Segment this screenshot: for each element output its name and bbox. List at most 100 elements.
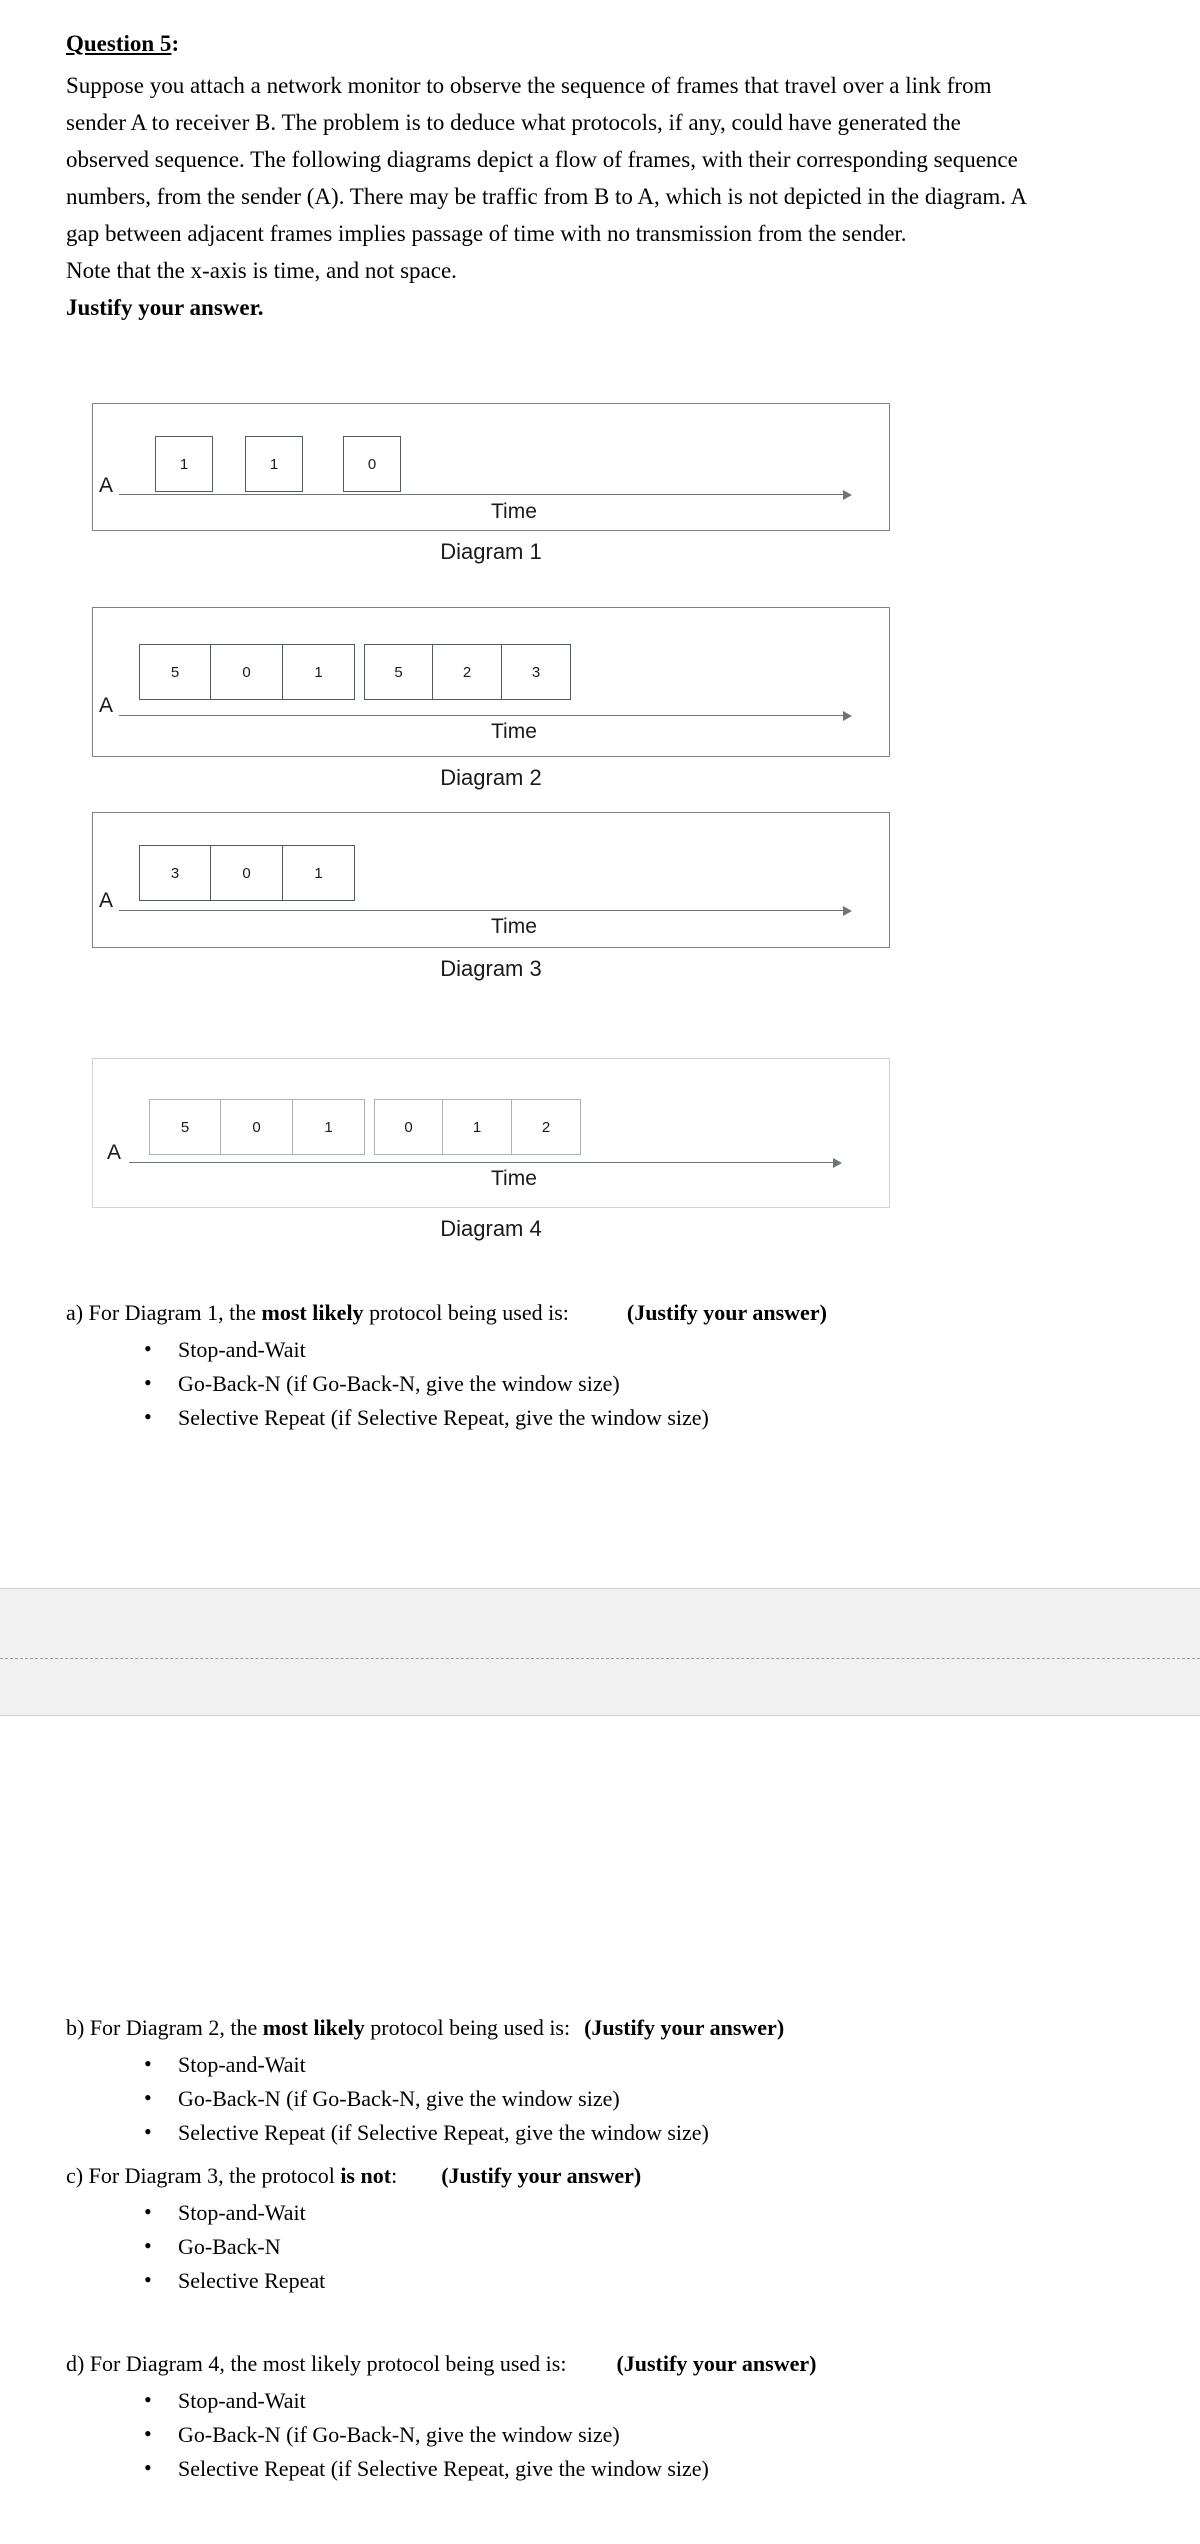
justify-instruction: Justify your answer.	[66, 294, 264, 320]
note-line: Note that the x-axis is time, and not sp…	[66, 257, 457, 283]
list-item[interactable]: Selective Repeat (if Selective Repeat, g…	[144, 2451, 1126, 2486]
question-c-suffix: :	[391, 2163, 398, 2188]
time-axis-line	[119, 910, 843, 911]
list-item[interactable]: Stop-and-Wait	[144, 2383, 1126, 2418]
question-a-block: a) For Diagram 1, the most likely protoc…	[66, 1297, 1126, 1435]
diagram-2-frame: 5 0 1 5 2 3 A Time	[92, 607, 890, 757]
axis-origin-label: A	[99, 889, 114, 912]
diagram-2-frames: 5 0 1 5 2 3	[139, 644, 571, 700]
question-b-suffix: protocol being used is:	[364, 2015, 571, 2040]
question-b-justify-tag: (Justify your answer)	[584, 2015, 785, 2040]
question-c-prompt: c) For Diagram 3, the protocol is not: (J…	[66, 2160, 1126, 2192]
question-b-prefix: b) For Diagram 2, the	[66, 2015, 263, 2040]
list-item[interactable]: Go-Back-N (if Go-Back-N, give the window…	[144, 2417, 1126, 2452]
frame-cell: 0	[221, 1099, 293, 1155]
question-b-block: b) For Diagram 2, the most likely protoc…	[66, 2012, 1126, 2150]
frame-group: 0 1 2	[374, 1099, 581, 1155]
frame-cell: 1	[443, 1099, 512, 1155]
dashed-divider	[0, 1658, 1200, 1659]
frame-cell: 5	[149, 1099, 221, 1155]
diagram-3-frame: 3 0 1 A Time	[92, 812, 890, 948]
intro-paragraph: Suppose you attach a network monitor to …	[66, 72, 1026, 246]
frame-cell: 0	[374, 1099, 443, 1155]
frame-cell: 0	[343, 436, 401, 492]
frame-cell: 1	[245, 436, 303, 492]
axis-time-label: Time	[491, 720, 537, 743]
page-title: Question 5:	[66, 0, 1026, 59]
question-d-prefix: d) For Diagram 4, the most likely protoc…	[66, 2351, 567, 2376]
time-axis-line	[129, 1162, 833, 1163]
question-a-emphasis: most likely	[261, 1300, 364, 1325]
diagram-3-frames: 3 0 1	[139, 845, 355, 901]
question-c-prefix: c) For Diagram 3, the protocol	[66, 2163, 341, 2188]
document-page: Question 5: Suppose you attach a network…	[0, 0, 1200, 2485]
axis-origin-label: A	[99, 694, 114, 717]
question-c-emphasis: is not	[340, 2163, 392, 2188]
frame-group: 5 2 3	[364, 644, 571, 700]
question-a-prompt: a) For Diagram 1, the most likely protoc…	[66, 1297, 1126, 1329]
frame-group: 1	[245, 436, 303, 492]
axis-time-label: Time	[491, 915, 537, 938]
question-heading-colon: :	[171, 31, 180, 56]
frame-cell: 3	[502, 644, 571, 700]
frame-cell: 2	[512, 1099, 581, 1155]
frame-cell: 5	[364, 644, 433, 700]
question-d-block: d) For Diagram 4, the most likely protoc…	[66, 2348, 1126, 2486]
axis-origin-label: A	[99, 474, 114, 497]
diagram-1-caption: Diagram 1	[440, 539, 542, 564]
question-b-prompt: b) For Diagram 2, the most likely protoc…	[66, 2012, 1126, 2044]
time-axis-arrow-icon	[833, 1158, 842, 1168]
list-item[interactable]: Go-Back-N (if Go-Back-N, give the window…	[144, 1366, 1126, 1401]
question-a-prefix: a) For Diagram 1, the	[66, 1300, 262, 1325]
frame-cell: 0	[211, 644, 283, 700]
question-c-options: Stop-and-Wait Go-Back-N Selective Repeat	[66, 2195, 1126, 2298]
frame-cell: 1	[283, 845, 355, 901]
frame-group: 5 0 1	[149, 1099, 365, 1155]
intro-text-block: Question 5: Suppose you attach a network…	[66, 0, 1026, 326]
frame-cell: 1	[155, 436, 213, 492]
diagram-4-frame: 5 0 1 0 1 2 A Time	[92, 1058, 890, 1208]
list-item[interactable]: Stop-and-Wait	[144, 1332, 1126, 1367]
list-item[interactable]: Selective Repeat	[144, 2263, 1126, 2298]
question-b-options: Stop-and-Wait Go-Back-N (if Go-Back-N, g…	[66, 2047, 1126, 2150]
question-c-block: c) For Diagram 3, the protocol is not: (J…	[66, 2160, 1126, 2298]
list-item[interactable]: Selective Repeat (if Selective Repeat, g…	[144, 2115, 1126, 2150]
frame-group: 1	[155, 436, 213, 492]
frame-cell: 1	[283, 644, 355, 700]
axis-time-label: Time	[491, 1167, 537, 1190]
question-a-options: Stop-and-Wait Go-Back-N (if Go-Back-N, g…	[66, 1332, 1126, 1435]
diagram-1-frame: 1 1 0 A Time	[92, 403, 890, 531]
frame-cell: 5	[139, 644, 211, 700]
frame-group: 0	[343, 436, 401, 492]
question-d-options: Stop-and-Wait Go-Back-N (if Go-Back-N, g…	[66, 2383, 1126, 2486]
diagram-3-caption: Diagram 3	[440, 956, 542, 981]
time-axis-arrow-icon	[843, 490, 852, 500]
list-item[interactable]: Stop-and-Wait	[144, 2047, 1126, 2082]
time-axis-line	[119, 715, 843, 716]
time-axis-line	[119, 494, 843, 495]
axis-origin-label: A	[107, 1141, 122, 1164]
frame-group: 5 0 1	[139, 644, 355, 700]
gray-panel	[0, 1588, 1200, 1716]
list-item[interactable]: Selective Repeat (if Selective Repeat, g…	[144, 1400, 1126, 1435]
list-item[interactable]: Go-Back-N (if Go-Back-N, give the window…	[144, 2081, 1126, 2116]
diagram-4-caption: Diagram 4	[440, 1216, 542, 1241]
diagram-2-caption: Diagram 2	[440, 765, 542, 790]
question-a-suffix: protocol being used is:	[363, 1300, 569, 1325]
question-d-justify-tag: (Justify your answer)	[616, 2351, 817, 2376]
list-item[interactable]: Stop-and-Wait	[144, 2195, 1126, 2230]
question-heading: Question 5	[66, 31, 172, 56]
frame-cell: 3	[139, 845, 211, 901]
time-axis-arrow-icon	[843, 711, 852, 721]
list-item[interactable]: Go-Back-N	[144, 2229, 1126, 2264]
frame-cell: 0	[211, 845, 283, 901]
question-d-prompt: d) For Diagram 4, the most likely protoc…	[66, 2348, 1126, 2380]
diagram-1-frames: 1 1 0	[155, 436, 401, 492]
time-axis-arrow-icon	[843, 906, 852, 916]
question-c-justify-tag: (Justify your answer)	[441, 2163, 642, 2188]
diagram-4-frames: 5 0 1 0 1 2	[149, 1099, 581, 1155]
frame-group: 3 0 1	[139, 845, 355, 901]
axis-time-label: Time	[491, 500, 537, 523]
question-b-emphasis: most likely	[262, 2015, 365, 2040]
question-a-justify-tag: (Justify your answer)	[626, 1300, 827, 1325]
